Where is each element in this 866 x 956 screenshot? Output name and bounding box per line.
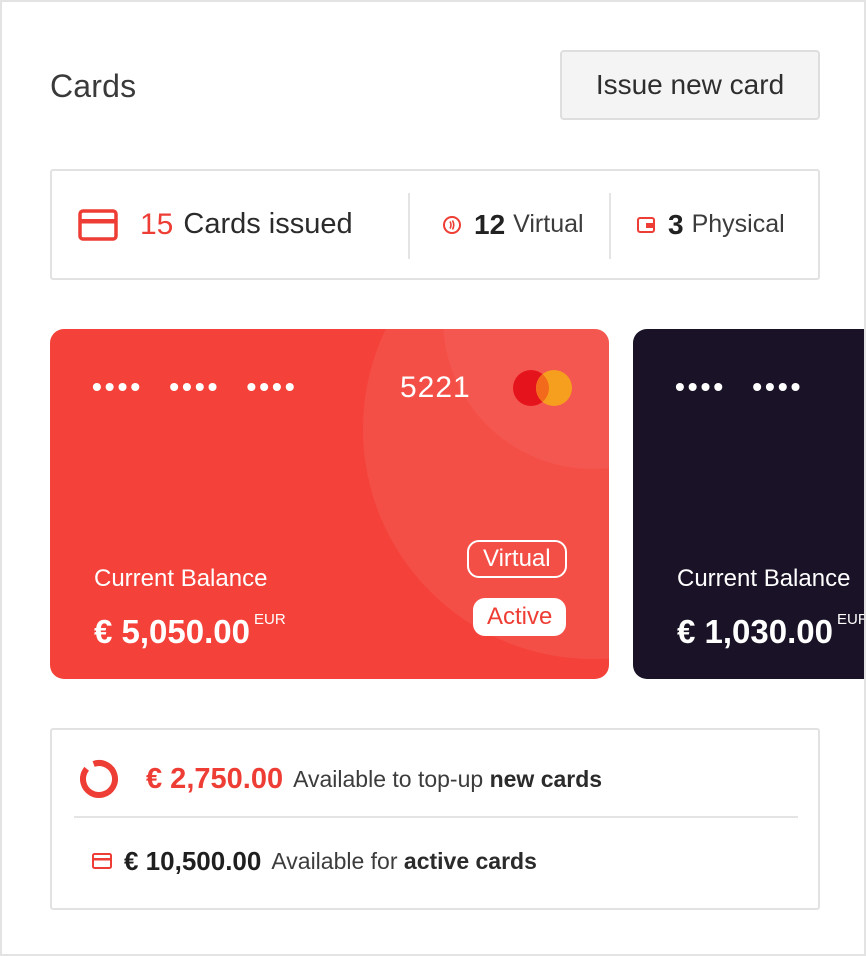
topup-bold: new cards [489,765,603,792]
card-last4: 5221 [400,371,471,404]
stat-cards-issued: 15 Cards issued [78,171,353,278]
topup-description: Available to top-up new cards [293,766,602,793]
physical-label: Physical [691,210,785,238]
topup-amount: € 2,750.00 [146,762,284,795]
masked-card-number: •••• •••• •••• [92,371,324,403]
masked-group: •••• [752,371,804,402]
credit-card-icon [78,208,118,241]
masked-group: •••• [169,371,221,402]
balance-amount: € 5,050.00 [94,613,250,650]
masked-card-number: •••• •••• [675,371,829,403]
page-title: Cards [50,68,137,104]
active-description: Available for active cards [271,848,537,875]
virtual-count: 12 [474,208,506,240]
stat-virtual: 12 Virtual [442,171,584,278]
physical-count: 3 [668,208,684,240]
card-balance: € 5,050.00 EUR [94,611,286,651]
masked-group: •••• [246,371,298,402]
active-amount: € 10,500.00 [124,845,262,876]
currency-code: EUR [836,611,866,628]
masked-group: •••• [675,371,727,402]
issued-label: Cards issued [183,208,353,240]
active-text: Available for [271,847,404,874]
availability-panel: € 2,750.00 Available to top-up new cards… [50,728,820,910]
cards-page: Cards Issue new card 15 Cards issued 12 … [0,0,866,956]
card-status-badge: Active [473,598,567,636]
virtual-label: Virtual [513,210,584,238]
payment-card[interactable]: •••• •••• •••• 5221 Current Balance € 5,05… [50,329,609,679]
balance-label: Current Balance [677,565,851,592]
credit-card-icon [92,853,112,869]
divider [408,193,410,259]
wallet-icon [637,216,655,233]
issue-new-card-button[interactable]: Issue new card [560,50,820,120]
cards-stats-panel: 15 Cards issued 12 Virtual 3 Physical [50,169,820,280]
topup-text: Available to top-up [293,765,490,792]
issued-count: 15 [140,207,174,241]
active-row: € 10,500.00 Available for active cards [92,840,537,882]
mastercard-logo-icon [513,370,572,406]
active-bold: active cards [403,847,537,874]
payment-card[interactable]: •••• •••• Current Balance € 1,030.00 EUR [633,329,866,679]
divider [74,816,798,818]
divider [609,193,611,259]
card-balance: € 1,030.00 EUR [677,611,866,651]
donut-chart-icon [80,759,118,798]
balance-amount: € 1,030.00 [677,613,833,650]
balance-label: Current Balance [94,565,268,592]
stat-physical: 3 Physical [636,171,785,278]
contactless-icon [443,215,461,234]
topup-row: € 2,750.00 Available to top-up new cards [78,754,602,804]
currency-code: EUR [253,611,286,628]
masked-group: •••• [92,371,144,402]
card-type-badge: Virtual [467,540,567,578]
